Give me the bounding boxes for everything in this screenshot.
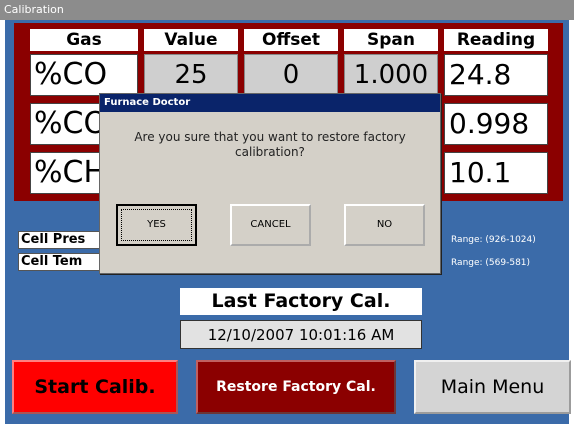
last-factory-cal-title: Last Factory Cal. [180,288,422,315]
start-calibration-button[interactable]: Start Calib. [12,360,178,414]
offset-field-1[interactable]: 0 [244,54,338,96]
dialog-title: Furnace Doctor [100,94,440,112]
cell-pressure-label: Cell Pres [18,231,108,249]
header-value: Value [144,29,238,51]
span-field-1[interactable]: 1.000 [344,54,438,96]
dialog-message: Are you sure that you want to restore fa… [134,130,406,159]
gas-cell-1: %CO [30,54,138,96]
reading-cell-3: 10.1 [444,152,548,194]
header-span: Span [344,29,438,51]
window-title: Calibration [0,0,574,20]
cell-temperature-range: Range: (569-581) [451,258,531,268]
header-gas: Gas [30,29,138,51]
no-button[interactable]: NO [344,204,425,246]
confirm-dialog: Furnace Doctor Are you sure that you wan… [99,93,441,274]
header-reading: Reading [444,29,548,51]
yes-button[interactable]: YES [116,204,197,246]
restore-factory-cal-button[interactable]: Restore Factory Cal. [196,360,396,414]
reading-cell-2: 0.998 [444,103,548,145]
cancel-button[interactable]: CANCEL [230,204,311,246]
value-field-1[interactable]: 25 [144,54,238,96]
cell-pressure-range: Range: (926-1024) [451,235,536,245]
header-offset: Offset [244,29,338,51]
reading-cell-1: 24.8 [444,54,548,96]
last-factory-cal-date: 12/10/2007 10:01:16 AM [180,320,422,349]
main-menu-button[interactable]: Main Menu [414,360,571,414]
cell-temperature-label: Cell Tem [18,253,108,271]
